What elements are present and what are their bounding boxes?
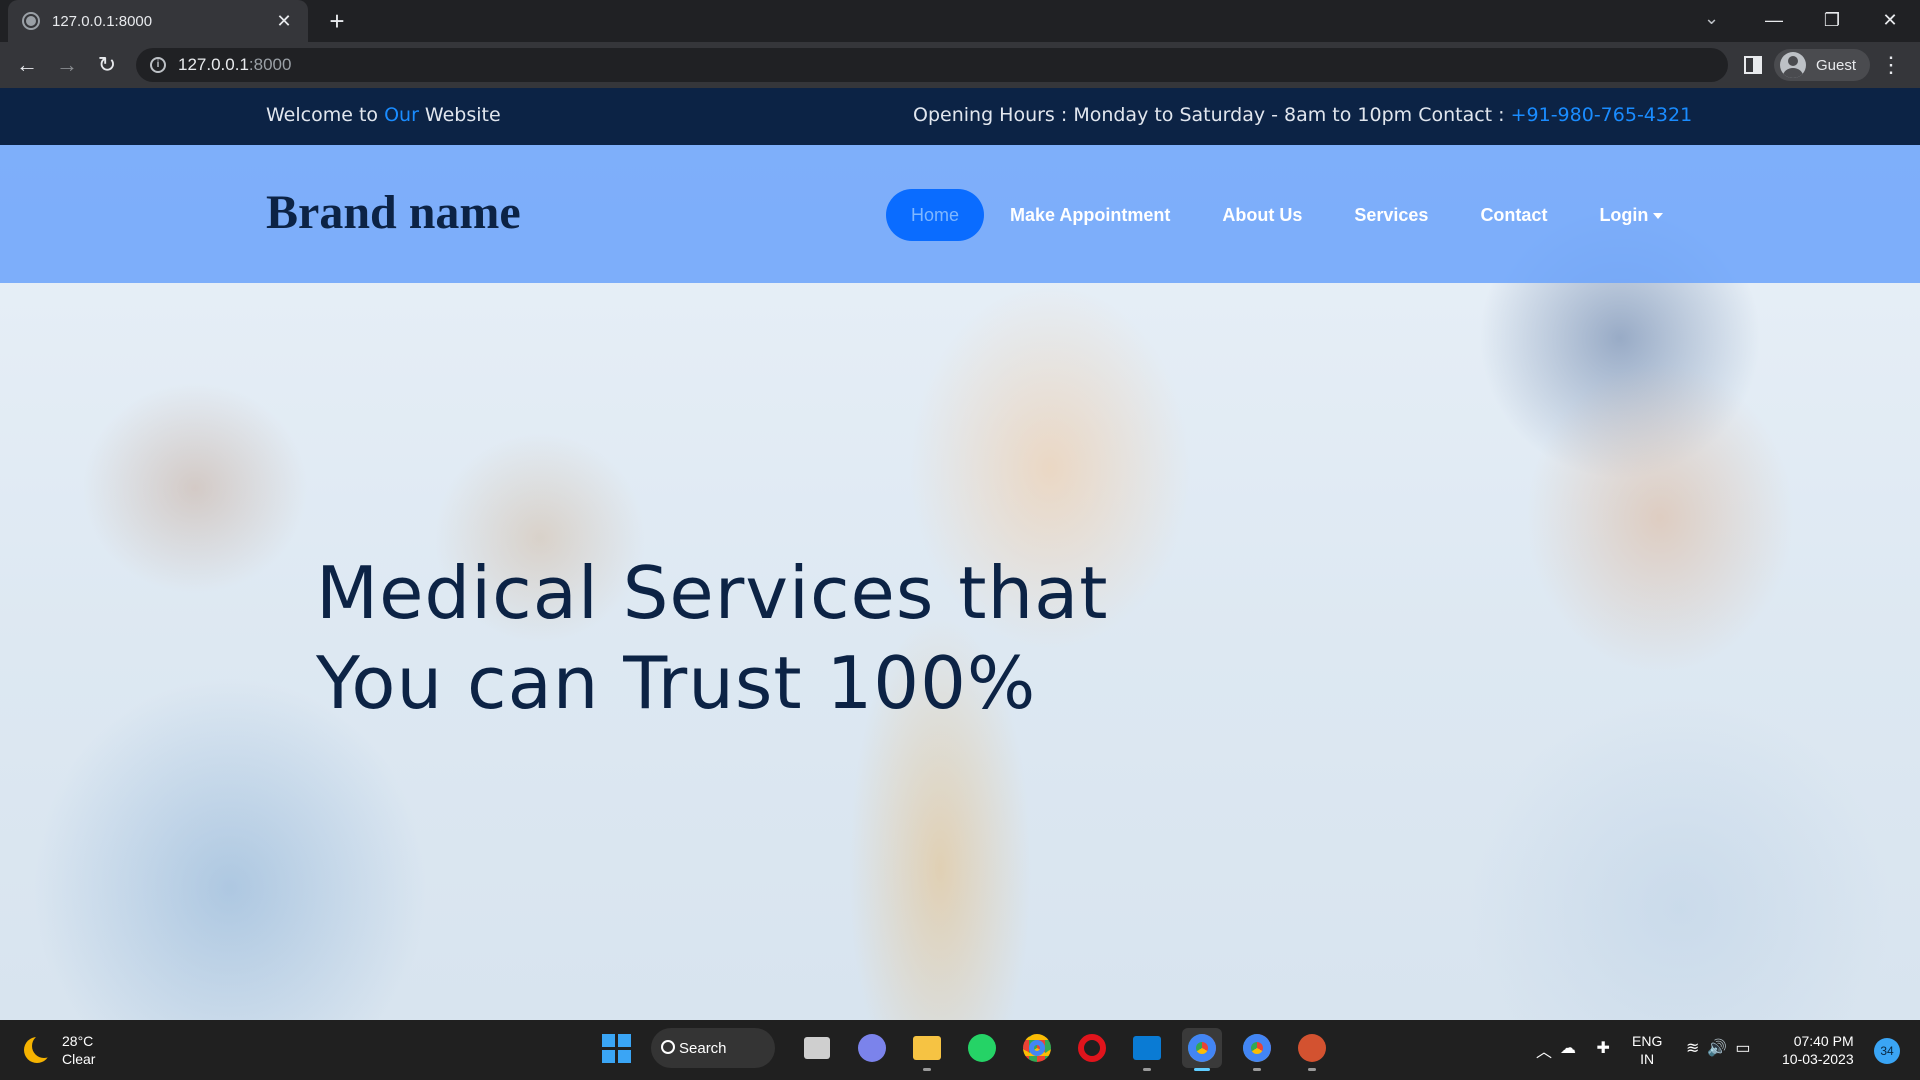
windows-taskbar: 28°C Clear Search ︿ ☁ ✚ ENG IN ≋🔊▭ 07:40… bbox=[0, 1020, 1920, 1080]
weather-condition: Clear bbox=[62, 1051, 96, 1067]
profile-label: Guest bbox=[1816, 56, 1857, 74]
browser-tab[interactable]: 127.0.0.1:8000 ✕ bbox=[8, 0, 308, 42]
lang-line-1: ENG bbox=[1632, 1033, 1663, 1049]
taskbar-search[interactable]: Search bbox=[651, 1028, 775, 1068]
start-icon[interactable] bbox=[596, 1028, 636, 1068]
clock[interactable]: 07:40 PM 10-03-2023 bbox=[1782, 1032, 1854, 1068]
chrome-profile-icon[interactable] bbox=[1237, 1028, 1277, 1071]
task-view-icon[interactable] bbox=[797, 1028, 837, 1068]
powerpoint-icon[interactable] bbox=[1292, 1028, 1332, 1071]
web-page: Welcome to Our Website Opening Hours : M… bbox=[0, 88, 1920, 1020]
contact-phone-link[interactable]: +91-980-765-4321 bbox=[1511, 104, 1693, 126]
system-tray-icons[interactable]: ☁ ✚ bbox=[1560, 1038, 1618, 1058]
browser-menu-icon[interactable]: ⋮ bbox=[1880, 52, 1902, 78]
welcome-text: Welcome to Our Website bbox=[266, 104, 501, 126]
globe-icon bbox=[22, 12, 40, 30]
nav-contact[interactable]: Contact bbox=[1454, 189, 1573, 241]
forward-icon[interactable]: → bbox=[52, 50, 82, 80]
profile-button[interactable]: Guest bbox=[1774, 49, 1870, 81]
welcome-post: Website bbox=[418, 104, 501, 126]
site-info-icon[interactable]: i bbox=[150, 57, 166, 73]
nav-services[interactable]: Services bbox=[1328, 189, 1454, 241]
tab-title: 127.0.0.1:8000 bbox=[52, 12, 153, 30]
chrome-icon[interactable] bbox=[1017, 1028, 1057, 1068]
vscode-icon[interactable] bbox=[1127, 1028, 1167, 1071]
avatar bbox=[1780, 52, 1806, 78]
chrome-active-icon[interactable] bbox=[1182, 1028, 1222, 1071]
new-tab-button[interactable]: + bbox=[322, 6, 352, 36]
side-panel-icon[interactable] bbox=[1744, 56, 1762, 74]
reload-icon[interactable]: ↻ bbox=[92, 50, 122, 80]
nav-home[interactable]: Home bbox=[886, 189, 985, 241]
welcome-accent: Our bbox=[384, 104, 419, 126]
hero-line-1: Medical Services that bbox=[316, 551, 1109, 635]
welcome-pre: Welcome to bbox=[266, 104, 385, 126]
lang-line-2: IN bbox=[1640, 1051, 1655, 1067]
nav-about-us[interactable]: About Us bbox=[1196, 189, 1328, 241]
info-topbar: Welcome to Our Website Opening Hours : M… bbox=[0, 88, 1920, 145]
taskbar-apps: Search bbox=[596, 1028, 1347, 1071]
teams-chat-icon[interactable] bbox=[852, 1028, 892, 1068]
whatsapp-icon[interactable] bbox=[962, 1028, 1002, 1068]
notification-badge[interactable]: 34 bbox=[1874, 1038, 1900, 1064]
show-hidden-icons[interactable]: ︿ bbox=[1536, 1038, 1552, 1062]
main-navbar: Brand name Home Make Appointment About U… bbox=[0, 145, 1920, 283]
back-icon[interactable]: ← bbox=[12, 50, 42, 80]
clock-date: 10-03-2023 bbox=[1782, 1051, 1854, 1067]
hours-text: Opening Hours : Monday to Saturday - 8am… bbox=[913, 104, 1511, 126]
close-tab-icon[interactable]: ✕ bbox=[274, 11, 294, 32]
opera-icon[interactable] bbox=[1072, 1028, 1112, 1068]
search-label: Search bbox=[679, 1039, 727, 1057]
hero-line-2: You can Trust 100% bbox=[316, 641, 1037, 725]
browser-toolbar: ← → ↻ i 127.0.0.1:8000 Guest ⋮ bbox=[0, 42, 1920, 88]
url-host: 127.0.0.1 bbox=[178, 55, 249, 74]
tab-search-icon[interactable]: ⌄ bbox=[1704, 8, 1719, 29]
brand-logo[interactable]: Brand name bbox=[266, 185, 521, 240]
nav-make-appointment[interactable]: Make Appointment bbox=[984, 189, 1196, 241]
url-port: :8000 bbox=[248, 55, 292, 74]
minimize-button[interactable]: — bbox=[1752, 4, 1796, 36]
clock-time: 07:40 PM bbox=[1793, 1033, 1854, 1049]
file-explorer-icon[interactable] bbox=[907, 1028, 947, 1071]
opening-hours: Opening Hours : Monday to Saturday - 8am… bbox=[913, 104, 1692, 126]
nav-login-label: Login bbox=[1599, 205, 1649, 225]
address-bar[interactable]: i 127.0.0.1:8000 bbox=[136, 48, 1728, 82]
hero-heading: Medical Services that You can Trust 100% bbox=[316, 548, 1108, 728]
weather-temperature: 28°C bbox=[62, 1033, 94, 1049]
caret-down-icon bbox=[1653, 213, 1664, 220]
weather-widget[interactable]: 28°C Clear bbox=[24, 1032, 95, 1068]
nav-login-dropdown[interactable]: Login bbox=[1573, 189, 1689, 241]
browser-tabstrip: 127.0.0.1:8000 ✕ + ⌄ — ❐ ✕ bbox=[0, 0, 1920, 42]
restore-button[interactable]: ❐ bbox=[1810, 4, 1854, 36]
nav-menu: Home Make Appointment About Us Services … bbox=[886, 189, 1689, 241]
moon-icon bbox=[24, 1034, 56, 1063]
close-window-button[interactable]: ✕ bbox=[1868, 4, 1912, 36]
language-indicator[interactable]: ENG IN bbox=[1632, 1032, 1662, 1068]
network-volume-battery-icons[interactable]: ≋🔊▭ bbox=[1686, 1038, 1758, 1058]
